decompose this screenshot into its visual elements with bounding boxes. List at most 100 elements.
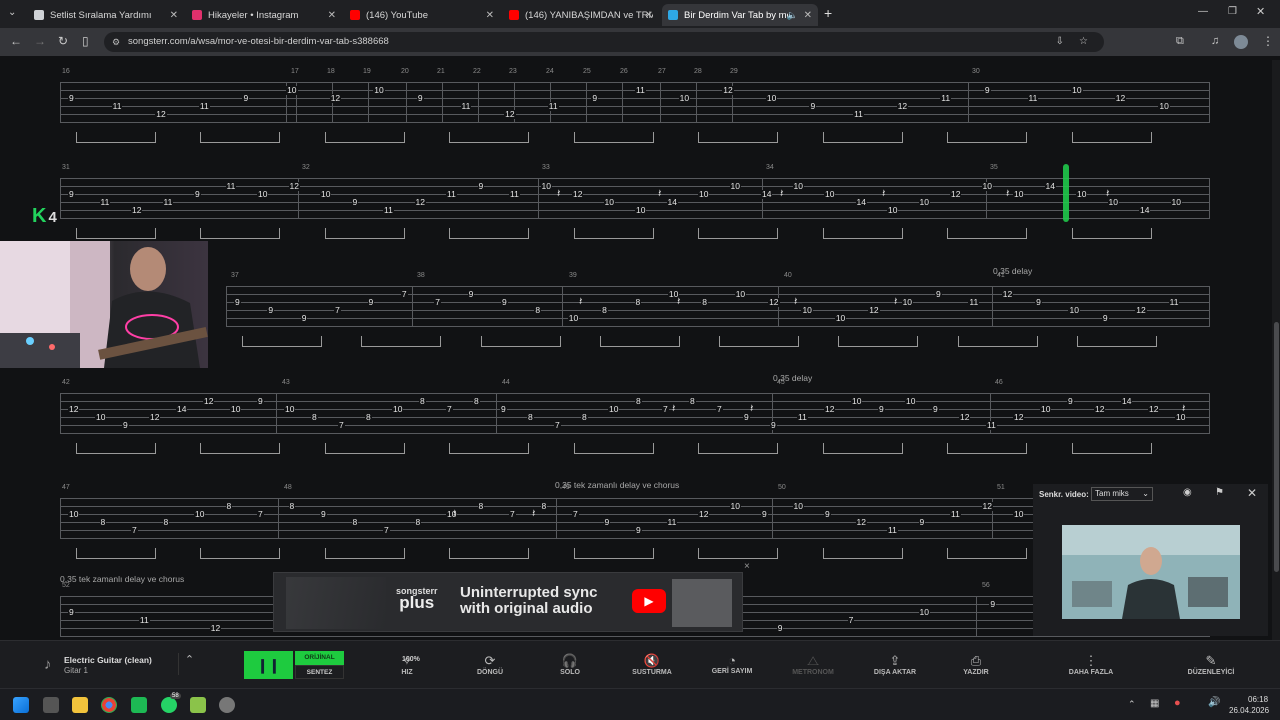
- fret-number[interactable]: 9: [770, 421, 777, 430]
- fret-number[interactable]: 8: [225, 502, 233, 511]
- fret-number[interactable]: 12: [149, 413, 161, 422]
- tab-audio-icon[interactable]: 🔈: [787, 10, 798, 21]
- fret-number[interactable]: 11: [950, 510, 961, 519]
- fret-number[interactable]: 8: [99, 518, 107, 527]
- fret-number[interactable]: 9: [68, 94, 75, 103]
- fret-number[interactable]: 14: [855, 198, 867, 207]
- fret-number[interactable]: 9: [776, 624, 784, 633]
- fret-number[interactable]: 9: [983, 86, 991, 95]
- countdown-button[interactable]: ◔ GERİ SAYIM: [708, 641, 756, 689]
- metronome-button[interactable]: ⧍ METRONOM: [788, 641, 838, 689]
- close-window-button[interactable]: ✕: [1256, 5, 1265, 18]
- editor-button[interactable]: ✎ DÜZENLEYİCİ: [1184, 641, 1238, 689]
- fret-number[interactable]: 10: [1068, 306, 1080, 315]
- tab-list-chevron-icon[interactable]: ⌄: [8, 7, 16, 18]
- flag-icon[interactable]: ⚑: [1215, 487, 1224, 498]
- tray-mic-icon[interactable]: ●: [1174, 697, 1181, 709]
- close-tab-icon[interactable]: ✕: [645, 10, 653, 21]
- fret-number[interactable]: 9: [477, 182, 485, 191]
- minimize-button[interactable]: —: [1198, 6, 1208, 17]
- fret-number[interactable]: 7: [257, 510, 264, 519]
- video-thumbnail[interactable]: [1062, 525, 1240, 619]
- site-info-icon[interactable]: ⚙: [112, 32, 120, 52]
- fret-number[interactable]: 7: [509, 510, 516, 519]
- fret-number[interactable]: 9: [824, 510, 831, 519]
- fret-number[interactable]: 7: [662, 405, 669, 414]
- fret-number[interactable]: 9: [194, 190, 201, 199]
- fret-number[interactable]: 8: [365, 413, 372, 422]
- fret-number[interactable]: 11: [509, 190, 520, 199]
- fret-number[interactable]: 10: [792, 502, 804, 511]
- fret-number[interactable]: 8: [414, 518, 422, 527]
- fret-number[interactable]: 11: [547, 102, 559, 111]
- fret-number[interactable]: 12: [868, 306, 880, 315]
- clock-time[interactable]: 06:18: [1248, 695, 1268, 704]
- loop-button[interactable]: ⟳ DÖNGÜ: [470, 641, 510, 689]
- spreadsheet-icon[interactable]: [190, 697, 206, 713]
- tray-chevron-icon[interactable]: ⌃: [1128, 699, 1136, 710]
- speed-button[interactable]: ✧ 100% HIZ: [386, 641, 428, 689]
- fret-number[interactable]: 12: [698, 510, 710, 519]
- fret-number[interactable]: 9: [761, 510, 768, 519]
- fret-number[interactable]: 12: [329, 94, 342, 103]
- fret-number[interactable]: 11: [1027, 94, 1039, 103]
- fret-number[interactable]: 7: [716, 405, 723, 414]
- menu-kebab-icon[interactable]: ⋮: [1262, 34, 1274, 48]
- fret-number[interactable]: 10: [734, 290, 747, 299]
- browser-tab-active[interactable]: Bir Derdim Var Tab by mor 🔈 ✕: [662, 4, 818, 26]
- fret-number[interactable]: 10: [981, 182, 993, 191]
- fret-number[interactable]: 9: [267, 306, 275, 315]
- fret-number[interactable]: 8: [419, 397, 426, 406]
- fret-number[interactable]: 10: [792, 182, 804, 191]
- fret-number[interactable]: 9: [809, 102, 817, 111]
- fret-number[interactable]: 10: [1013, 190, 1025, 199]
- fret-number[interactable]: 12: [768, 298, 780, 307]
- close-tab-icon[interactable]: ✕: [804, 10, 812, 21]
- fret-number[interactable]: 9: [320, 510, 327, 519]
- solo-button[interactable]: 🎧 SOLO: [552, 641, 588, 689]
- page-scrollbar[interactable]: [1272, 60, 1280, 640]
- fret-number[interactable]: 12: [855, 518, 867, 527]
- fret-number[interactable]: 10: [1013, 510, 1025, 519]
- install-icon[interactable]: ⇩: [1056, 32, 1064, 52]
- fret-number[interactable]: 7: [434, 298, 441, 307]
- fret-number[interactable]: 10: [918, 198, 930, 207]
- tab-staff-row[interactable]: 42 43 44 45 46 12 10 9 12 14 12 10 9 10 8 7 8 10 8 7 8 9 8 7 8 10…: [60, 373, 1210, 454]
- fret-number[interactable]: 7: [400, 290, 408, 299]
- original-audio-toggle[interactable]: ORİJİNAL: [295, 651, 344, 665]
- fret-number[interactable]: 12: [572, 190, 584, 199]
- fret-number[interactable]: 12: [824, 405, 836, 414]
- fret-number[interactable]: 11: [1168, 298, 1180, 307]
- export-button[interactable]: ⇪ DIŞA AKTAR: [870, 641, 920, 689]
- fret-number[interactable]: 10: [729, 182, 741, 191]
- fret-number[interactable]: 9: [500, 405, 507, 414]
- fret-number[interactable]: 11: [940, 94, 952, 103]
- fret-number[interactable]: 10: [698, 190, 710, 199]
- play-pause-button[interactable]: ❙❙: [244, 651, 293, 679]
- fret-number[interactable]: 8: [540, 502, 548, 511]
- more-button[interactable]: ⋮ DAHA FAZLA: [1066, 641, 1116, 689]
- extensions-icon[interactable]: ⧉: [1176, 35, 1184, 48]
- browser-tab[interactable]: (146) YouTube ✕: [344, 4, 500, 26]
- fret-number[interactable]: 9: [934, 290, 942, 299]
- fret-number[interactable]: 11: [383, 206, 394, 215]
- fret-number[interactable]: 9: [68, 608, 75, 617]
- fret-number[interactable]: 8: [635, 397, 642, 406]
- fret-number[interactable]: 12: [959, 413, 971, 422]
- fret-number[interactable]: 9: [351, 198, 359, 207]
- fret-number[interactable]: 10: [1170, 198, 1182, 207]
- media-controls-icon[interactable]: ♫: [1211, 35, 1219, 47]
- fret-number[interactable]: 12: [288, 182, 300, 191]
- restore-button[interactable]: ❐: [1228, 6, 1237, 17]
- fret-number[interactable]: 9: [1067, 397, 1074, 406]
- fret-number[interactable]: 10: [801, 306, 813, 315]
- fret-number[interactable]: 11: [797, 413, 808, 422]
- print-button[interactable]: ⎙ YAZDIR: [956, 641, 996, 689]
- back-icon[interactable]: ←: [10, 34, 22, 48]
- mute-button[interactable]: 🔇 SUSTURMA: [628, 641, 676, 689]
- clock-date[interactable]: 26.04.2026: [1229, 706, 1269, 715]
- fret-number[interactable]: 10: [284, 405, 296, 414]
- synth-toggle[interactable]: SENTEZ: [295, 665, 344, 679]
- tab-staff-row[interactable]: 31 32 33 34 35 9 11 12 11 9 11 10 12 10 9 11 12 11 9 11 10 12…: [60, 164, 1210, 239]
- close-tab-icon[interactable]: ✕: [328, 10, 336, 21]
